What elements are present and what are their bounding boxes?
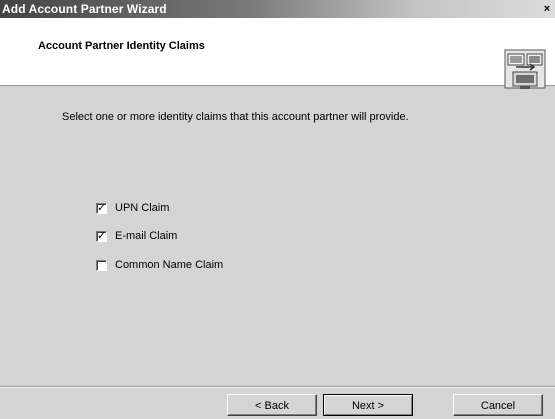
check-icon: ✓ <box>97 201 107 214</box>
window-title: Add Account Partner Wizard <box>2 2 167 16</box>
cancel-button[interactable]: Cancel <box>453 394 543 416</box>
wizard-header: Account Partner Identity Claims <box>0 18 555 89</box>
check-icon: ✓ <box>97 229 107 242</box>
back-button[interactable]: < Back <box>227 394 317 416</box>
next-button[interactable]: Next > <box>323 394 413 416</box>
common-name-claim-label[interactable]: Common Name Claim <box>115 259 223 271</box>
page-title: Account Partner Identity Claims <box>38 40 205 52</box>
wizard-computer-icon <box>504 49 546 89</box>
email-claim-label[interactable]: E-mail Claim <box>115 230 177 242</box>
common-name-claim-checkbox[interactable] <box>96 259 107 271</box>
title-bar[interactable]: Add Account Partner Wizard × <box>0 0 555 18</box>
close-button[interactable]: × <box>540 2 554 16</box>
upn-claim-checkbox[interactable]: ✓ <box>96 201 107 214</box>
email-claim-checkbox[interactable]: ✓ <box>96 229 107 242</box>
footer-divider <box>0 386 555 388</box>
upn-claim-label[interactable]: UPN Claim <box>115 202 169 214</box>
instructions-text: Select one or more identity claims that … <box>62 111 409 123</box>
wizard-window: Add Account Partner Wizard × Account Par… <box>0 0 555 419</box>
common-name-claim-option[interactable]: Common Name Claim <box>96 258 223 272</box>
upn-claim-option[interactable]: ✓ UPN Claim <box>96 201 169 215</box>
email-claim-option[interactable]: ✓ E-mail Claim <box>96 229 177 243</box>
